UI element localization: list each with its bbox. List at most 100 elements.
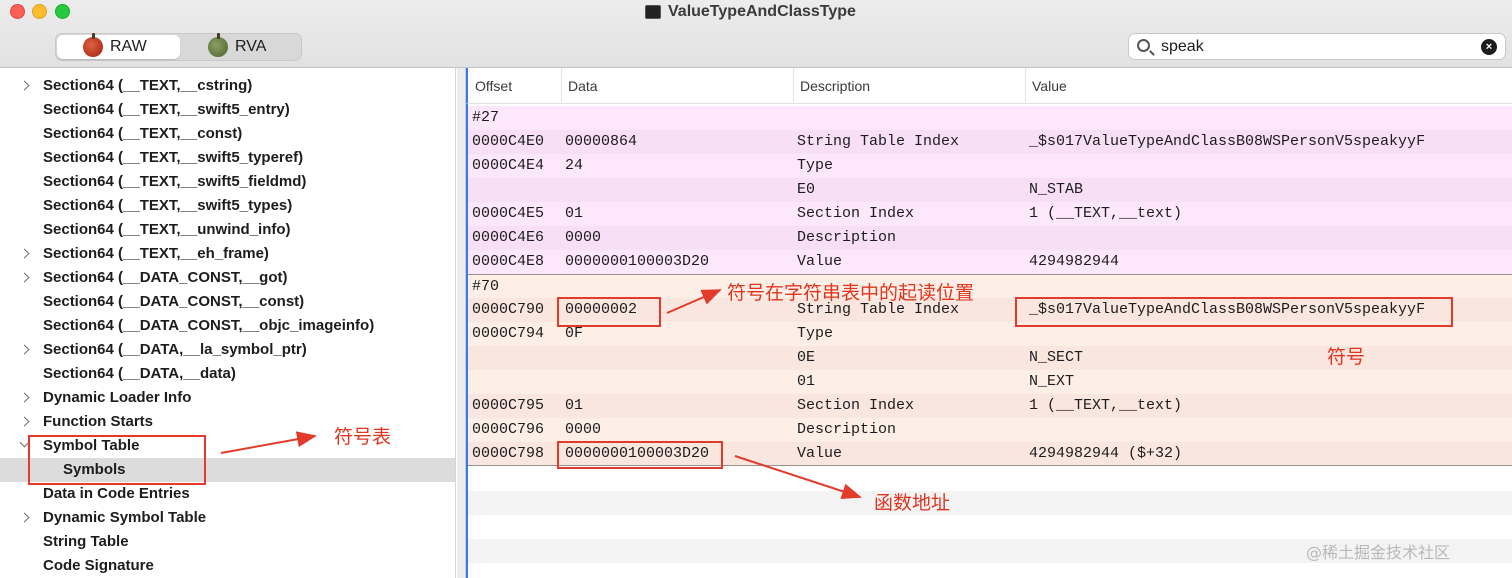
sidebar-tree-item-label: Section64 (__TEXT,__cstring) — [43, 77, 253, 94]
apple-green-icon — [208, 33, 228, 57]
value-cell: N_EXT — [1029, 373, 1075, 390]
sidebar-tree[interactable]: Section64 (__TEXT,__cstring) Section64 (_… — [0, 68, 456, 578]
sidebar-tree-item[interactable]: Section64 (__TEXT,__eh_frame) — [0, 242, 455, 266]
table-row[interactable]: 0000C796 0000 Description — [466, 418, 1512, 442]
apple-red-icon — [83, 33, 103, 57]
table-header: Offset Data Description Value — [466, 68, 1512, 104]
table-row[interactable]: 0000C4E4 24 Type — [466, 154, 1512, 178]
symbol-annotation: 符号 — [1327, 346, 1366, 368]
clear-search-icon[interactable]: × — [1481, 39, 1497, 55]
sidebar-tree-item[interactable]: String Table — [0, 530, 455, 554]
table-row[interactable]: E0 N_STAB — [466, 178, 1512, 202]
table-row[interactable]: #27 — [466, 106, 1512, 130]
column-header-value[interactable]: Value — [1025, 68, 1512, 104]
disclosure-closed-icon[interactable] — [19, 248, 30, 259]
sidebar-tree-item[interactable]: Dynamic Symbol Table — [0, 506, 455, 530]
disclosure-closed-icon[interactable] — [19, 344, 30, 355]
sidebar-tree-item[interactable]: Section64 (__TEXT,__swift5_types) — [0, 194, 455, 218]
sidebar-tree-item[interactable]: Code Signature — [0, 554, 455, 578]
description-cell: Description — [797, 421, 897, 438]
value-cell: N_STAB — [1029, 181, 1084, 198]
value-highlight-box — [557, 441, 723, 469]
disclosure-closed-icon[interactable] — [19, 392, 30, 403]
column-header-description[interactable]: Description — [793, 68, 1025, 104]
description-cell: Section Index — [797, 397, 915, 414]
sidebar-tree-item[interactable]: Dynamic Loader Info — [0, 386, 455, 410]
sidebar-tree-item[interactable]: Section64 (__DATA,__la_symbol_ptr) — [0, 338, 455, 362]
sidebar-tree-item[interactable]: Section64 (__TEXT,__const) — [0, 122, 455, 146]
sidebar-tree-item-label: Section64 (__DATA_CONST,__const) — [43, 293, 305, 310]
offset-cell: 0000C798 — [472, 445, 545, 462]
offset-cell: #70 — [472, 278, 500, 295]
data-cell: 0000000100003D20 — [565, 253, 710, 270]
disclosure-closed-icon[interactable] — [19, 416, 30, 427]
disclosure-closed-icon[interactable] — [19, 512, 30, 523]
sidebar-tree-item[interactable]: Section64 (__DATA,__data) — [0, 362, 455, 386]
offset-cell: 0000C795 — [472, 397, 545, 414]
watermark: @稀土掘金技术社区 — [1306, 543, 1451, 562]
raw-segment-label: RAW — [110, 38, 147, 55]
title-bar: ValueTypeAndClassType RAW RVA × — [0, 0, 1512, 68]
data-highlight-box — [557, 297, 661, 327]
sidebar-tree-item-label: Dynamic Symbol Table — [43, 509, 207, 526]
symbol-highlight-box — [1015, 297, 1453, 327]
sidebar-tree-item[interactable]: Section64 (__DATA_CONST,__objc_imageinfo… — [0, 314, 455, 338]
sidebar-tree-item-label: Section64 (__TEXT,__swift5_entry) — [43, 101, 290, 118]
search-icon — [1137, 39, 1150, 52]
data-cell: 01 — [565, 397, 584, 414]
sidebar-tree-item-label: Section64 (__DATA,__la_symbol_ptr) — [43, 341, 307, 358]
zoom-window-button[interactable] — [55, 4, 70, 19]
offset-cell: 0000C4E8 — [472, 253, 545, 270]
sidebar-tree-item[interactable]: Section64 (__DATA_CONST,__const) — [0, 290, 455, 314]
split-view-divider[interactable] — [457, 68, 466, 578]
sidebar-tree-item[interactable]: Data in Code Entries — [0, 482, 455, 506]
sidebar-tree-item-label: Section64 (__TEXT,__eh_frame) — [43, 245, 269, 262]
sidebar-tree-item[interactable]: Section64 (__TEXT,__swift5_fieldmd) — [0, 170, 455, 194]
data-cell: 24 — [565, 157, 584, 174]
value-cell: _$s017ValueTypeAndClassB08WSPersonV5spea… — [1029, 133, 1426, 150]
value-cell: 1 (__TEXT,__text) — [1029, 205, 1183, 222]
table-row[interactable]: 0000C4E6 0000 Description — [466, 226, 1512, 250]
close-window-button[interactable] — [10, 4, 25, 19]
offset-cell: 0000C4E6 — [472, 229, 545, 246]
table-row[interactable]: 01 N_EXT — [466, 370, 1512, 394]
table-row[interactable]: 0000C4E0 00000864 String Table Index _$s017… — [466, 130, 1512, 154]
window-title-text: ValueTypeAndClassType — [668, 3, 856, 20]
column-header-data[interactable]: Data — [561, 68, 793, 104]
search-field[interactable]: × — [1128, 33, 1506, 60]
offset-cell: 0000C4E4 — [472, 157, 545, 174]
sidebar-tree-item[interactable]: Section64 (__TEXT,__swift5_typeref) — [0, 146, 455, 170]
table-row[interactable]: 0000C795 01 Section Index 1 (__TEXT,__text) — [466, 394, 1512, 418]
description-cell: Value — [797, 253, 843, 270]
value-cell: 4294982944 ($+32) — [1029, 445, 1183, 462]
function-address-annotation: 函数地址 — [874, 492, 951, 514]
sidebar-tree-item-label: Section64 (__TEXT,__const) — [43, 125, 243, 142]
raw-segment-button[interactable]: RAW — [57, 33, 180, 59]
description-cell: Description — [797, 229, 897, 246]
window-title: ValueTypeAndClassType — [645, 0, 856, 24]
description-cell: E0 — [797, 181, 816, 198]
disclosure-closed-icon[interactable] — [19, 272, 30, 283]
table-row[interactable]: 0000C4E8 0000000100003D20 Value 4294982944 — [466, 250, 1512, 274]
sidebar-tree-item[interactable]: Section64 (__TEXT,__swift5_entry) — [0, 98, 455, 122]
sidebar-tree-item-label: Section64 (__TEXT,__swift5_types) — [43, 197, 293, 214]
sidebar-tree-item[interactable]: Section64 (__TEXT,__unwind_info) — [0, 218, 455, 242]
description-cell: 01 — [797, 373, 816, 390]
sidebar-tree-item[interactable]: Section64 (__TEXT,__cstring) — [0, 74, 455, 98]
data-cell: 0000 — [565, 229, 602, 246]
sidebar-tree-item-label: Section64 (__DATA,__data) — [43, 365, 236, 382]
table-row[interactable]: 0000C4E5 01 Section Index 1 (__TEXT,__text) — [466, 202, 1512, 226]
minimize-window-button[interactable] — [32, 4, 47, 19]
rva-segment-button[interactable]: RVA — [184, 33, 300, 59]
symbol-table-highlight-box — [28, 435, 206, 485]
sidebar-tree-item[interactable]: Section64 (__DATA_CONST,__got) — [0, 266, 455, 290]
description-cell: String Table Index — [797, 133, 960, 150]
description-cell: Value — [797, 445, 843, 462]
search-input[interactable] — [1161, 36, 1461, 58]
disclosure-closed-icon[interactable] — [19, 80, 30, 91]
column-header-offset[interactable]: Offset — [468, 68, 560, 104]
table-row[interactable]: #70 — [466, 274, 1512, 298]
offset-cell: 0000C796 — [472, 421, 545, 438]
offset-cell: 0000C4E5 — [472, 205, 545, 222]
focus-ring — [466, 104, 468, 578]
